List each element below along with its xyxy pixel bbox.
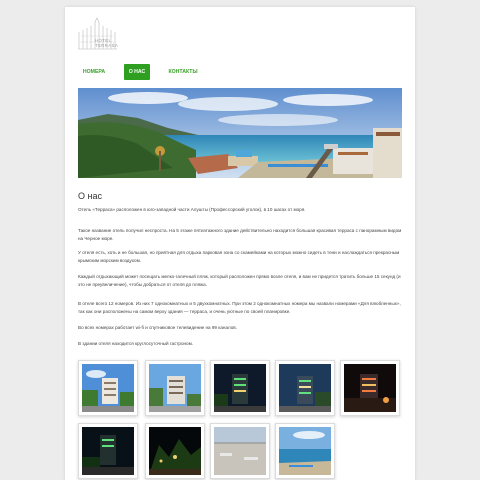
hotel-night-photo-icon (214, 364, 266, 412)
paragraph-3: У отеля есть, хоть и не большая, но прия… (78, 250, 400, 263)
nav-item-contacts[interactable]: КОНТАКТЫ (166, 64, 200, 80)
terrace-photo-icon (214, 427, 266, 475)
hotel-night-photo-icon (279, 364, 331, 412)
paragraph-1: Отель «Терраса» расположен в юго-западно… (78, 207, 306, 212)
panorama-banner (78, 88, 402, 178)
paragraph-7: В здании отеля находится круглосуточный … (78, 341, 194, 346)
hotel-night-photo-icon (344, 364, 396, 412)
gallery-thumb[interactable] (275, 423, 335, 479)
logo-line2: TERRASA (95, 43, 119, 48)
gallery-thumb[interactable] (145, 360, 205, 416)
paragraph-5: В отеле всего 12 номеров. Из них 7 однок… (78, 301, 401, 314)
hotel-day-photo-icon (82, 364, 134, 412)
park-night-photo-icon (149, 427, 201, 475)
nav-item-rooms[interactable]: НОМЕРА (78, 64, 110, 80)
sea-view-photo-icon (279, 427, 331, 475)
gallery-thumb[interactable] (78, 423, 138, 479)
hotel-day-photo-icon (149, 364, 201, 412)
page-title: О нас (78, 191, 102, 201)
paragraph-4: Каждый отдыхающий может посещать мелко-г… (78, 274, 401, 287)
nav-item-about[interactable]: О НАС (124, 64, 150, 80)
gallery-thumb[interactable] (78, 360, 138, 416)
gallery-thumb[interactable] (275, 360, 335, 416)
gallery-thumb[interactable] (145, 423, 205, 479)
panorama-image (78, 88, 402, 178)
paragraph-2: Такое название отель получил неспроста. … (78, 228, 402, 241)
hotel-logo[interactable]: HOTEL TERRASA (77, 16, 125, 52)
page-container: HOTEL TERRASA НОМЕРА О НАС КОНТАКТЫ О на… (65, 7, 415, 480)
hotel-night-photo-icon (82, 427, 134, 475)
logo-text: HOTEL TERRASA (95, 38, 118, 48)
gallery-thumb[interactable] (210, 360, 270, 416)
gallery-thumb[interactable] (210, 423, 270, 479)
gallery-thumb[interactable] (340, 360, 400, 416)
paragraph-6: Во всех номерах работает wi-fi и спутник… (78, 325, 238, 330)
